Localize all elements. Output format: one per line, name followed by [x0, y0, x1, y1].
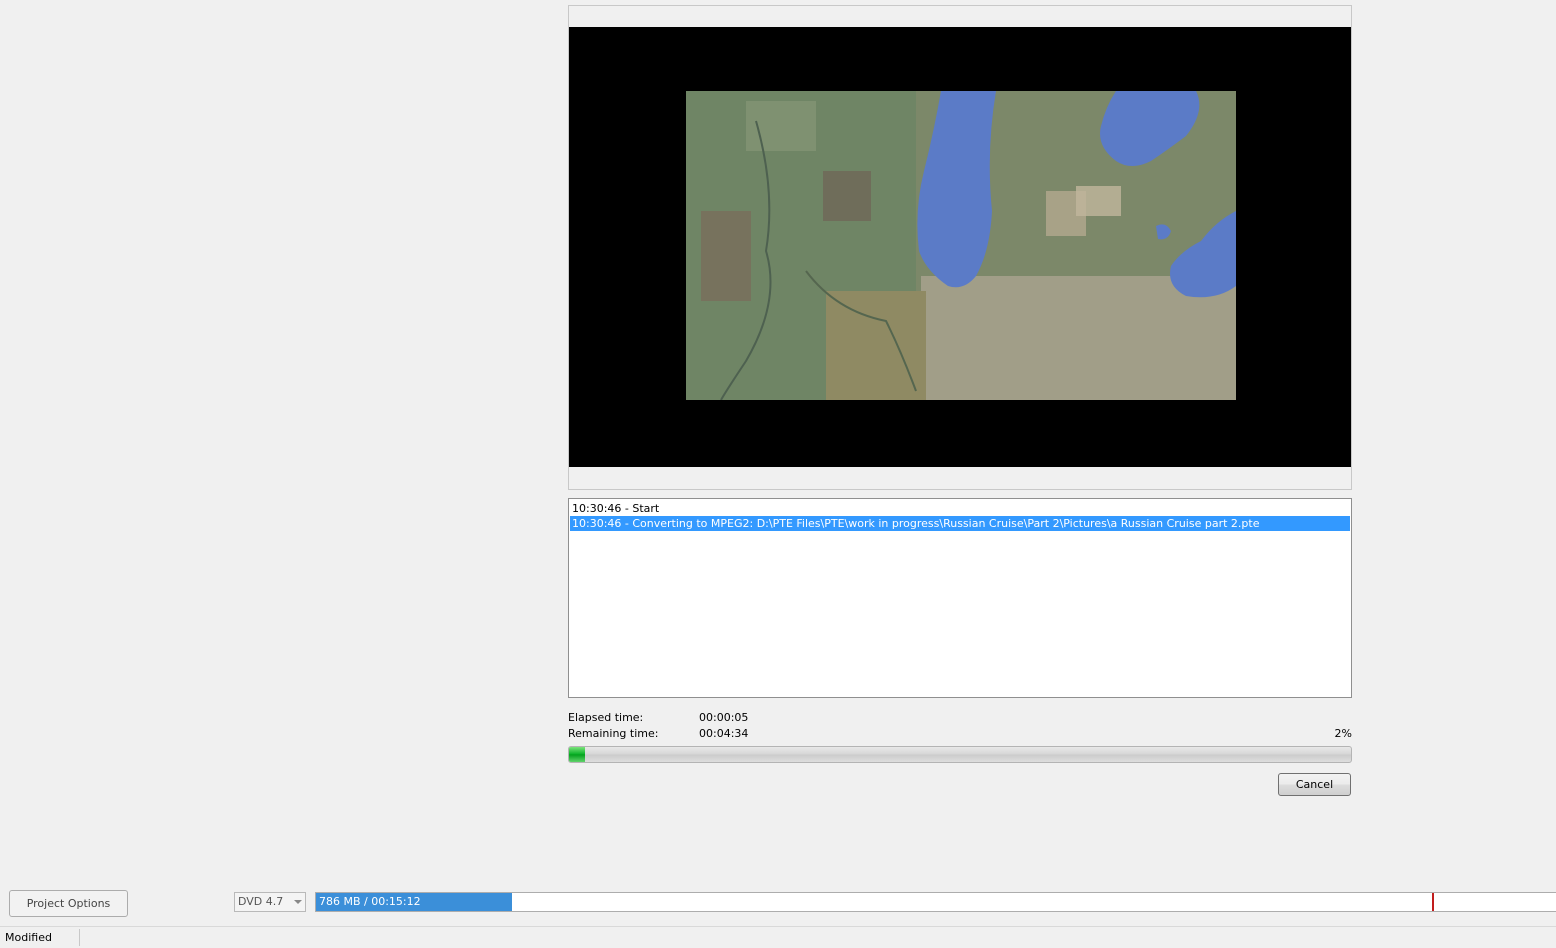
elapsed-time-value: 00:00:05 — [699, 711, 749, 724]
status-bar: Modified — [0, 926, 1556, 948]
preview-satellite-image — [686, 91, 1236, 400]
disc-limit-marker — [1432, 893, 1434, 911]
project-options-button[interactable]: Project Options — [9, 890, 128, 917]
disc-usage-text: 786 MB / 00:15:12 — [319, 895, 421, 908]
log-line[interactable]: 10:30:46 - Start — [570, 501, 1350, 516]
disc-size-value: DVD 4.7 — [238, 895, 284, 908]
disc-size-select[interactable]: DVD 4.7 — [234, 892, 306, 912]
elapsed-time-label: Elapsed time: — [568, 711, 644, 724]
remaining-time-label: Remaining time: — [568, 727, 659, 740]
disc-usage-bar: 786 MB / 00:15:12 — [315, 892, 1556, 912]
conversion-log[interactable]: 10:30:46 - Start 10:30:46 - Converting t… — [568, 498, 1352, 698]
status-divider — [79, 929, 80, 946]
progress-percent: 2% — [1334, 727, 1352, 740]
cancel-button[interactable]: Cancel — [1278, 773, 1351, 796]
log-line-selected[interactable]: 10:30:46 - Converting to MPEG2: D:\PTE F… — [570, 516, 1350, 531]
remaining-time-value: 00:04:34 — [699, 727, 749, 740]
chevron-down-icon — [294, 900, 302, 904]
progress-fill — [569, 747, 585, 762]
conversion-progress-bar — [568, 746, 1352, 763]
status-text: Modified — [5, 931, 52, 944]
